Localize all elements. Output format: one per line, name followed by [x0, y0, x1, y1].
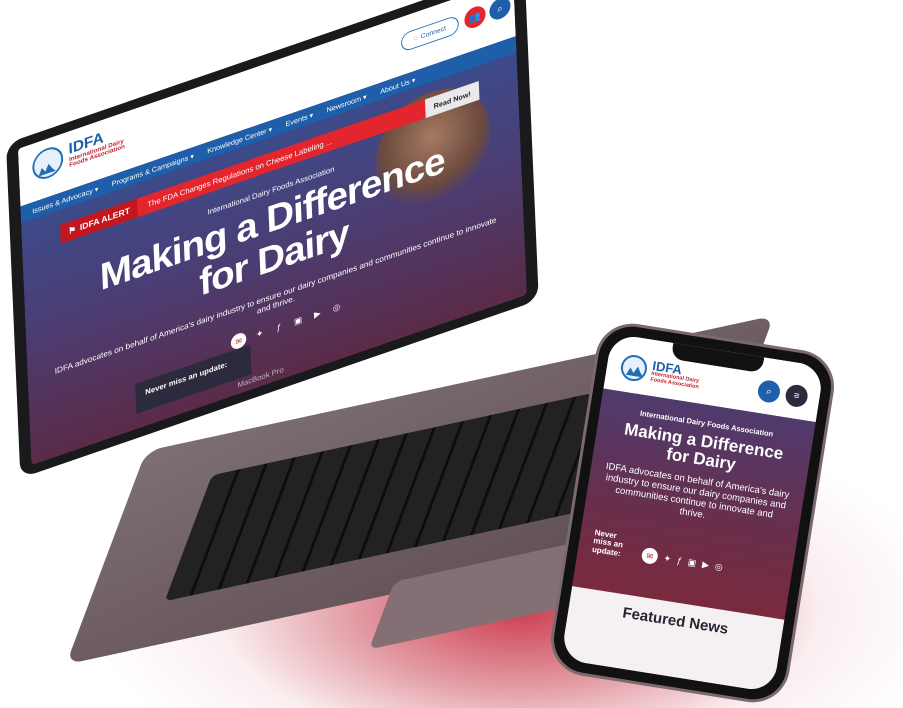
idfa-logo-icon — [31, 142, 64, 184]
connect-label: Connect — [420, 24, 447, 41]
idfa-logo-icon — [619, 353, 649, 383]
email-icon[interactable]: ✉ — [640, 546, 659, 565]
linkedin-icon[interactable]: ▣ — [687, 556, 697, 568]
menu-icon[interactable]: ≡ — [784, 383, 810, 409]
linkedin-icon[interactable]: ▣ — [292, 313, 304, 327]
twitter-icon[interactable]: ✦ — [663, 553, 672, 565]
chat-icon: ◌ — [413, 34, 419, 43]
facebook-icon[interactable]: ƒ — [676, 555, 683, 566]
people-icon[interactable]: 👥 — [464, 3, 486, 32]
twitter-icon[interactable]: ✦ — [254, 327, 266, 341]
facebook-icon[interactable]: ƒ — [273, 321, 285, 334]
youtube-icon[interactable]: ▶ — [311, 307, 323, 321]
phone-search-icon[interactable]: ⌕ — [756, 378, 782, 405]
search-icon[interactable]: ⌕ — [488, 0, 511, 23]
instagram-icon[interactable]: ◎ — [714, 561, 723, 573]
alert-icon: ⚑ — [68, 223, 77, 236]
youtube-icon[interactable]: ▶ — [701, 559, 709, 571]
instagram-icon[interactable]: ◎ — [331, 300, 343, 314]
connect-button[interactable]: ◌ Connect — [400, 14, 460, 53]
